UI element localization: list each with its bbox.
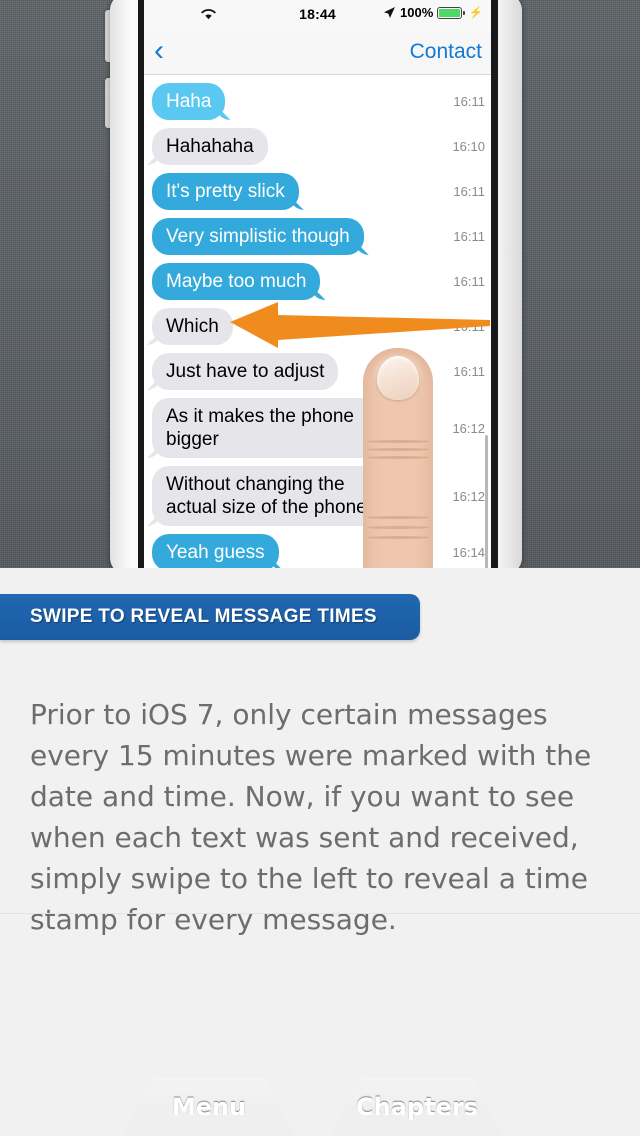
message-timestamp: 16:12 bbox=[452, 420, 485, 436]
message-timestamp: 16:11 bbox=[453, 94, 485, 109]
lightning-bolt-icon: ⚡ bbox=[469, 7, 483, 19]
message-bubble[interactable]: Haha bbox=[152, 83, 226, 120]
message-timestamp: 16:11 bbox=[453, 274, 485, 289]
section-banner: SWIPE TO REVEAL MESSAGE TIMES bbox=[0, 594, 420, 640]
message-row[interactable]: It's pretty slick 16:11 bbox=[144, 173, 491, 210]
message-timestamp: 16:11 bbox=[453, 229, 485, 244]
message-bubble[interactable]: Maybe too much bbox=[152, 263, 321, 300]
message-row[interactable]: Yeah guess 16:14 bbox=[144, 534, 491, 568]
message-row[interactable]: As it makes the phone bigger 16:12 bbox=[144, 398, 491, 458]
message-timestamp: 16:14 bbox=[452, 545, 485, 560]
chapters-button-label: Chapters bbox=[356, 1093, 478, 1121]
contact-button[interactable]: Contact bbox=[410, 40, 482, 64]
message-row[interactable]: Very simplistic though 16:11 bbox=[144, 218, 491, 255]
message-bubble[interactable]: Just have to adjust bbox=[152, 353, 339, 390]
divider bbox=[0, 913, 640, 914]
hero-screenshot-image: 18:44 100% ⚡ ‹ Contact Haha 16:11 Hahahaha… bbox=[0, 0, 640, 568]
message-timestamp: 16:12 bbox=[452, 488, 485, 504]
message-timestamp: 16:10 bbox=[452, 139, 485, 154]
nav-bar: ‹ Contact bbox=[144, 28, 491, 75]
location-arrow-icon bbox=[384, 7, 396, 18]
battery-percent-label: 100% bbox=[400, 5, 434, 20]
message-row[interactable]: Maybe too much 16:11 bbox=[144, 263, 491, 300]
iphone-screen: 18:44 100% ⚡ ‹ Contact Haha 16:11 Hahahaha… bbox=[144, 0, 491, 568]
message-bubble[interactable]: Very simplistic though bbox=[152, 218, 364, 255]
chapters-button[interactable]: Chapters bbox=[331, 1078, 503, 1136]
message-bubble[interactable]: Yeah guess bbox=[152, 534, 279, 568]
message-row[interactable]: Just have to adjust 16:11 bbox=[144, 353, 491, 390]
menu-button-label: Menu bbox=[171, 1093, 247, 1121]
menu-button[interactable]: Menu bbox=[123, 1078, 295, 1136]
message-list[interactable]: Haha 16:11 Hahahaha 16:10 It's pretty slick 1… bbox=[144, 75, 491, 568]
message-bubble[interactable]: Hahahaha bbox=[152, 128, 268, 165]
finger-swipe-icon bbox=[363, 348, 433, 568]
message-row[interactable]: Hahahaha 16:10 bbox=[144, 128, 491, 165]
status-bar-right-group: 100% ⚡ bbox=[383, 5, 483, 20]
message-timestamp: 16:11 bbox=[453, 364, 485, 379]
chevron-left-icon[interactable]: ‹ bbox=[154, 36, 164, 66]
message-bubble[interactable]: It's pretty slick bbox=[152, 173, 299, 210]
message-row[interactable]: Which 16:11 bbox=[144, 308, 491, 345]
status-bar: 18:44 100% ⚡ bbox=[144, 0, 491, 28]
message-row[interactable]: Haha 16:11 bbox=[144, 83, 491, 120]
body-paragraph: Prior to iOS 7, only certain messages ev… bbox=[30, 698, 592, 936]
message-row[interactable]: Without changing the actual size of the … bbox=[144, 466, 491, 526]
fingernail bbox=[377, 356, 419, 400]
battery-icon bbox=[437, 6, 466, 19]
message-timestamp: 16:11 bbox=[453, 184, 485, 199]
section-banner-label: SWIPE TO REVEAL MESSAGE TIMES bbox=[30, 606, 377, 627]
message-timestamp: 16:11 bbox=[453, 319, 485, 334]
scrollbar[interactable] bbox=[485, 435, 488, 568]
article-content: SWIPE TO REVEAL MESSAGE TIMES Prior to i… bbox=[0, 568, 640, 1136]
footer-button-bar: Menu Chapters bbox=[0, 1078, 640, 1136]
message-bubble[interactable]: Which bbox=[152, 308, 233, 345]
